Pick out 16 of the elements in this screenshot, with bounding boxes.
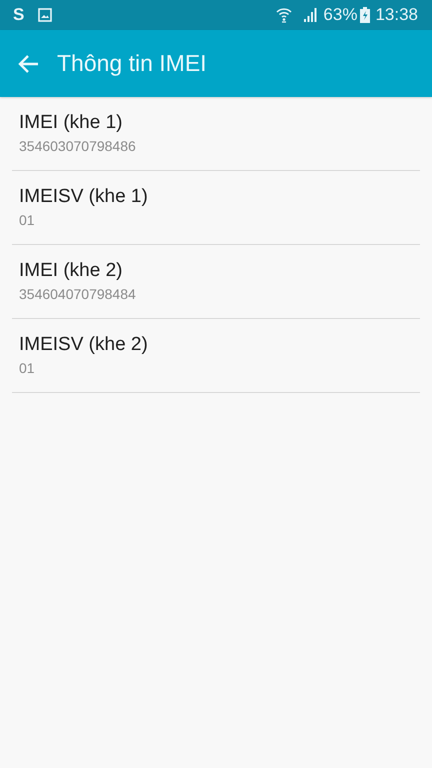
item-value: 01 xyxy=(19,212,35,228)
clock-time: 13:38 xyxy=(375,5,418,25)
screen-title: Thông tin IMEI xyxy=(57,50,207,77)
item-title: IMEISV (khe 1) xyxy=(19,186,148,208)
app-notification-glyph: S xyxy=(13,5,24,25)
info-list-item[interactable]: IMEISV (khe 1) 01 xyxy=(12,171,420,245)
item-title: IMEI (khe 1) xyxy=(19,112,122,134)
battery-percent: 63% xyxy=(323,5,358,25)
item-value: 354604070798484 xyxy=(19,286,136,302)
info-list-item[interactable]: IMEI (khe 1) 354603070798486 xyxy=(12,97,420,171)
item-title: IMEI (khe 2) xyxy=(19,260,122,282)
item-title: IMEISV (khe 2) xyxy=(19,334,148,356)
info-list-item[interactable]: IMEISV (khe 2) 01 xyxy=(12,319,420,393)
item-value: 01 xyxy=(19,360,35,376)
item-value: 354603070798486 xyxy=(19,138,136,154)
info-list-item[interactable]: IMEI (khe 2) 354604070798484 xyxy=(12,245,420,319)
